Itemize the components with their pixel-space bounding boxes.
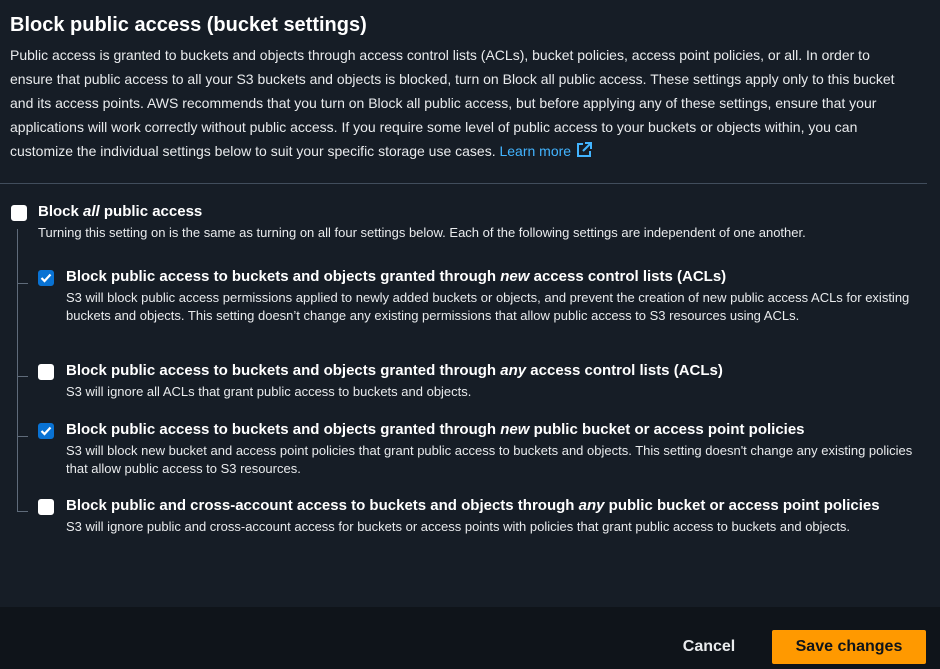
block-any-acls-label: Block public access to buckets and objec… xyxy=(66,362,723,379)
checkmark-icon xyxy=(40,426,52,436)
block-new-acls-description: S3 will block public access permissions … xyxy=(66,290,910,323)
block-all-label: Block all public access xyxy=(38,203,203,220)
page-title: Block public access (bucket settings) xyxy=(10,14,367,36)
block-all-option: Block all public access Turning this set… xyxy=(38,200,918,242)
block-new-acls-checkbox[interactable] xyxy=(38,270,54,286)
page-description: Public access is granted to buckets and … xyxy=(10,43,915,163)
tree-branch xyxy=(17,376,28,377)
settings-panel: Block public access (bucket settings) Pu… xyxy=(0,0,940,607)
checkmark-icon xyxy=(40,273,52,283)
save-changes-button[interactable]: Save changes xyxy=(772,630,926,664)
description-text: Public access is granted to buckets and … xyxy=(10,47,895,159)
tree-branch xyxy=(17,283,28,284)
tree-branch xyxy=(17,436,28,437)
cancel-button[interactable]: Cancel xyxy=(668,630,750,664)
block-any-policies-label: Block public and cross-account access to… xyxy=(66,497,880,514)
block-new-policies-checkbox[interactable] xyxy=(38,423,54,439)
block-any-policies-option: Block public and cross-account access to… xyxy=(66,494,916,536)
block-all-description: Turning this setting on is the same as t… xyxy=(38,225,806,240)
block-any-policies-checkbox[interactable] xyxy=(38,499,54,515)
header: Block public access (bucket settings) Pu… xyxy=(0,0,940,183)
block-new-policies-description: S3 will block new bucket and access poin… xyxy=(66,443,913,476)
block-new-policies-option: Block public access to buckets and objec… xyxy=(66,418,916,478)
block-any-acls-description: S3 will ignore all ACLs that grant publi… xyxy=(66,384,472,399)
block-new-policies-label: Block public access to buckets and objec… xyxy=(66,421,805,438)
block-any-acls-option: Block public access to buckets and objec… xyxy=(66,359,916,401)
tree-branch xyxy=(17,511,28,512)
block-all-checkbox[interactable] xyxy=(11,205,27,221)
block-any-acls-checkbox[interactable] xyxy=(38,364,54,380)
learn-more-label: Learn more xyxy=(499,143,572,159)
learn-more-link[interactable]: Learn more xyxy=(499,142,593,159)
block-any-policies-description: S3 will ignore public and cross-account … xyxy=(66,519,851,534)
tree-connector xyxy=(17,229,18,511)
block-new-acls-option: Block public access to buckets and objec… xyxy=(66,265,916,325)
block-new-acls-label: Block public access to buckets and objec… xyxy=(66,268,727,285)
divider xyxy=(0,183,927,184)
external-link-icon xyxy=(577,142,593,157)
